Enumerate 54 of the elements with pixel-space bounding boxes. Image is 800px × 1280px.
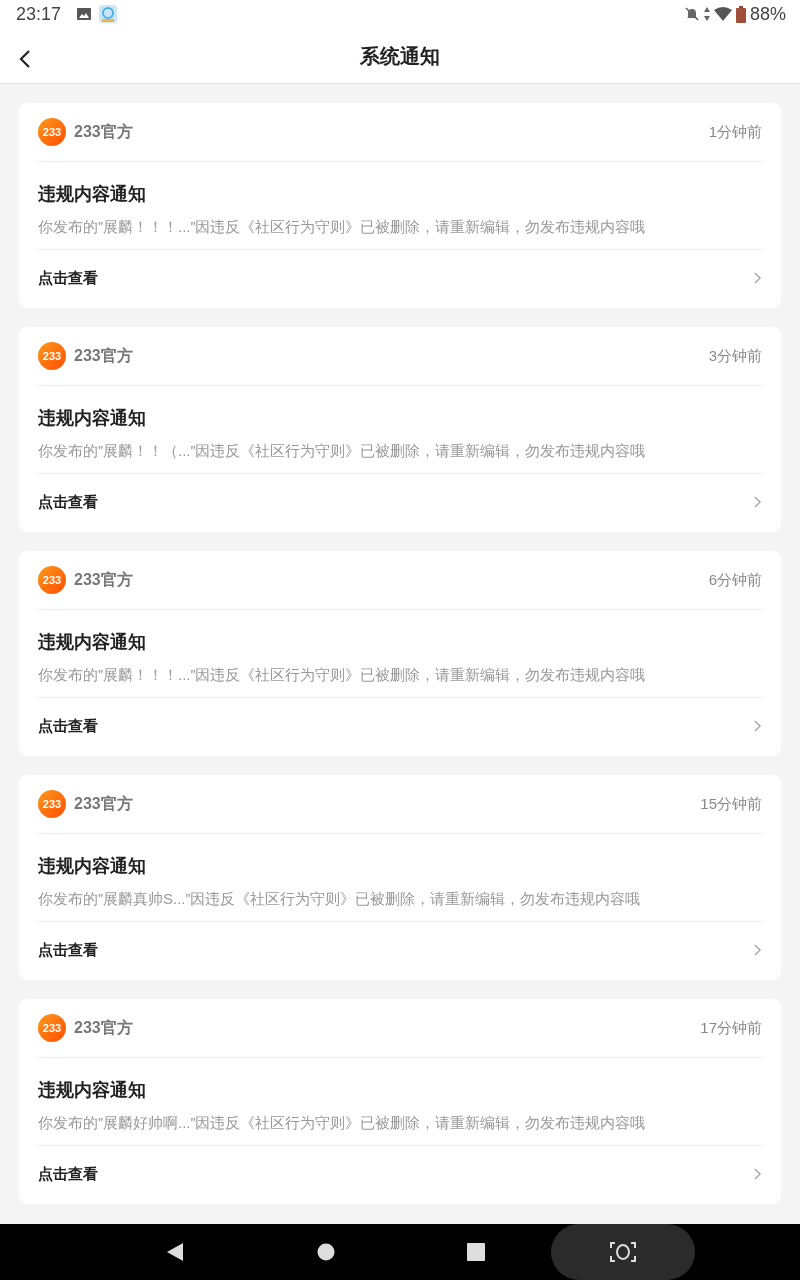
notification-message: 你发布的”展麟！！！...”因违反《社区行为守则》已被删除，请重新编辑，勿发布违规内容哦 [38,217,647,237]
screenshot-button[interactable] [551,1224,695,1280]
notification-message: 你发布的”展麟好帅啊...”因违反《社区行为守则》已被删除，请重新编辑，勿发布违规内容哦 [38,1113,647,1133]
screenshot-icon[interactable] [610,1242,636,1262]
chevron-right-icon[interactable] [754,272,762,284]
notification-time: 6分钟前 [708,569,762,590]
back-icon[interactable] [18,48,32,69]
battery-percent: 88% [749,2,786,26]
view-link[interactable]: 点击查看 [38,938,98,962]
sender-logo: 233 [38,790,66,818]
battery-icon [735,5,746,23]
sender-name: 233官方 [74,570,133,590]
wifi-icon [713,7,732,21]
mute-icon [683,6,700,22]
image-icon [77,8,92,20]
notification-card[interactable]: 233 233官方 15分钟前 违规内容通知 你发布的”展麟真帅S...”因违反《社区行为守则》已被删除，请重新编辑，勿发布违规内容哦 点击查看 [19,775,781,980]
notification-time: 1分钟前 [708,121,762,142]
chevron-right-icon[interactable] [754,944,762,956]
notification-card[interactable]: 233 233官方 6分钟前 违规内容通知 你发布的”展麟！！！...”因违反《社区行为守则》已被删除，请重新编辑，勿发布违规内容哦 点击查看 [19,551,781,756]
sender-name: 233官方 [74,1018,133,1038]
chevron-right-icon[interactable] [754,1168,762,1180]
notification-time: 17分钟前 [700,1017,762,1038]
view-link[interactable]: 点击查看 [38,1162,98,1186]
data-icon [703,7,710,21]
chevron-right-icon[interactable] [754,496,762,508]
sender-name: 233官方 [74,346,133,366]
sender-name: 233官方 [74,794,133,814]
sender-logo: 233 [38,118,66,146]
view-link[interactable]: 点击查看 [38,714,98,738]
sender-name: 233官方 [74,122,133,142]
app-icon [99,5,118,23]
home-nav-icon[interactable] [317,1243,335,1261]
view-link[interactable]: 点击查看 [38,266,98,290]
notification-title: 违规内容通知 [38,1079,147,1102]
notification-card[interactable]: 233 233官方 1分钟前 违规内容通知 你发布的”展麟！！！...”因违反《社区行为守则》已被删除，请重新编辑，勿发布违规内容哦 点击查看 [19,103,781,308]
notification-card[interactable]: 233 233官方 3分钟前 违规内容通知 你发布的”展麟！！（...”因违反《社区行为守则》已被删除，请重新编辑，勿发布违规内容哦 点击查看 [19,327,781,532]
sender-logo: 233 [38,1014,66,1042]
notification-message: 你发布的”展麟真帅S...”因违反《社区行为守则》已被删除，请重新编辑，勿发布违规内容哦 [38,889,642,909]
notification-card[interactable]: 233 233官方 17分钟前 违规内容通知 你发布的”展麟好帅啊...”因违反《社区行为守则》已被删除，请重新编辑，勿发布违规内容哦 点击查看 [19,999,781,1204]
sender-logo: 233 [38,342,66,370]
notification-time: 3分钟前 [708,345,762,366]
notification-message: 你发布的”展麟！！！...”因违反《社区行为守则》已被删除，请重新编辑，勿发布违规内容哦 [38,665,647,685]
back-nav-icon[interactable] [166,1242,184,1262]
page-title: 系统通知 [360,43,440,69]
notification-title: 违规内容通知 [38,855,147,878]
status-time: 23:17 [16,2,62,26]
sender-logo: 233 [38,566,66,594]
notification-title: 违规内容通知 [38,183,147,206]
notification-message: 你发布的”展麟！！（...”因违反《社区行为守则》已被删除，请重新编辑，勿发布违规内容哦 [38,441,647,461]
notification-title: 违规内容通知 [38,407,147,430]
chevron-right-icon[interactable] [754,720,762,732]
notification-time: 15分钟前 [700,793,762,814]
view-link[interactable]: 点击查看 [38,490,98,514]
notification-title: 违规内容通知 [38,631,147,654]
